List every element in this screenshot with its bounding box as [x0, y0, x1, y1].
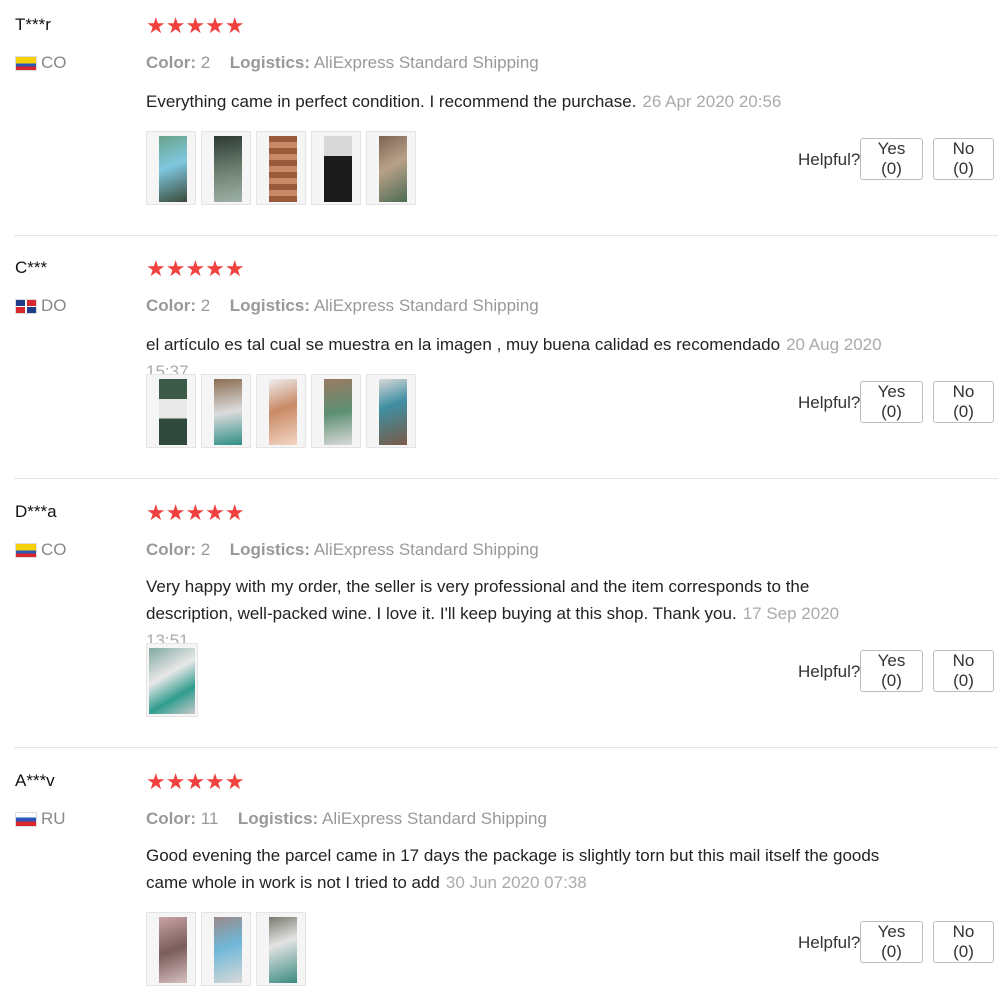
review-photo[interactable]: [201, 131, 251, 205]
review-meta: Color: 2 Logistics: AliExpress Standard …: [146, 540, 539, 560]
yes-button[interactable]: Yes (0): [860, 138, 923, 180]
logistics-value: AliExpress Standard Shipping: [313, 540, 539, 559]
logistics-value: AliExpress Standard Shipping: [313, 296, 539, 315]
flag-ru-icon: [15, 811, 37, 827]
reviewer-name: D***a: [15, 502, 57, 521]
photo-strip: [146, 374, 416, 448]
helpful-vote: Helpful? Yes (0) No (0): [780, 381, 1000, 425]
logistics-label: Logistics:: [229, 540, 311, 559]
review-date: 26 Apr 2020 20:56: [642, 92, 782, 111]
review-body: Very happy with my order, the seller is …: [146, 577, 810, 623]
logistics-label: Logistics:: [229, 53, 311, 72]
yes-button[interactable]: Yes (0): [860, 921, 923, 963]
review-photo[interactable]: [201, 912, 251, 986]
reviewer-country: CO: [15, 540, 67, 560]
review-photo[interactable]: [146, 912, 196, 986]
reviewer-country: DO: [15, 296, 67, 316]
reviewer-name: C***: [15, 258, 48, 277]
flag-co-icon: [15, 542, 37, 558]
review-photo[interactable]: [311, 374, 361, 448]
rating-stars: ★★★★★: [146, 256, 245, 281]
rating-stars: ★★★★★: [146, 500, 245, 525]
helpful-vote: Helpful? Yes (0) No (0): [780, 650, 1000, 694]
color-value: 11: [200, 809, 219, 828]
divider: [14, 478, 998, 479]
review-meta: Color: 2 Logistics: AliExpress Standard …: [146, 53, 539, 73]
helpful-vote: Helpful? Yes (0) No (0): [780, 921, 1000, 965]
review-photo[interactable]: [256, 374, 306, 448]
logistics-label: Logistics:: [237, 809, 319, 828]
photo-strip: [146, 912, 306, 986]
logistics-value: AliExpress Standard Shipping: [313, 53, 539, 72]
divider: [14, 747, 998, 748]
review-text: Everything came in perfect condition. I …: [146, 88, 906, 115]
color-label: Color:: [146, 53, 197, 72]
logistics-value: AliExpress Standard Shipping: [322, 809, 547, 828]
country-code: RU: [41, 809, 66, 828]
review-photo[interactable]: [146, 643, 198, 717]
review-meta: Color: 2 Logistics: AliExpress Standard …: [146, 296, 539, 316]
review-photo[interactable]: [366, 131, 416, 205]
color-value: 2: [200, 540, 211, 559]
helpful-label: Helpful?: [798, 933, 861, 952]
helpful-label: Helpful?: [798, 150, 861, 169]
country-code: CO: [41, 540, 67, 559]
no-button[interactable]: No (0): [933, 650, 994, 692]
review-meta: Color: 11 Logistics: AliExpress Standard…: [146, 809, 547, 829]
photo-strip: [146, 131, 416, 205]
flag-co-icon: [15, 55, 37, 71]
yes-button[interactable]: Yes (0): [860, 381, 923, 423]
color-label: Color:: [146, 809, 197, 828]
review-text: Very happy with my order, the seller is …: [146, 573, 876, 654]
country-code: CO: [41, 53, 67, 72]
no-button[interactable]: No (0): [933, 381, 994, 423]
logistics-label: Logistics:: [229, 296, 311, 315]
review-text: Good evening the parcel came in 17 days …: [146, 842, 896, 896]
rating-stars: ★★★★★: [146, 13, 245, 38]
no-button[interactable]: No (0): [933, 921, 994, 963]
color-label: Color:: [146, 296, 197, 315]
review-photo[interactable]: [256, 131, 306, 205]
country-code: DO: [41, 296, 67, 315]
review-photo[interactable]: [146, 374, 196, 448]
photo-strip: [146, 643, 198, 717]
rating-stars: ★★★★★: [146, 769, 245, 794]
reviewer-name: T***r: [15, 15, 51, 34]
review-date: 30 Jun 2020 07:38: [445, 873, 587, 892]
color-value: 2: [200, 53, 211, 72]
reviewer-country: RU: [15, 809, 66, 829]
helpful-vote: Helpful? Yes (0) No (0): [780, 138, 1000, 182]
helpful-label: Helpful?: [798, 662, 861, 681]
review-photo[interactable]: [146, 131, 196, 205]
reviewer-country: CO: [15, 53, 67, 73]
color-value: 2: [200, 296, 211, 315]
reviewer-name: A***v: [15, 771, 55, 790]
flag-do-icon: [15, 298, 37, 314]
review-body: Everything came in perfect condition. I …: [146, 92, 637, 111]
review-photo[interactable]: [366, 374, 416, 448]
review-photo[interactable]: [311, 131, 361, 205]
review-body: el artículo es tal cual se muestra en la…: [146, 335, 781, 354]
review-photo[interactable]: [256, 912, 306, 986]
no-button[interactable]: No (0): [933, 138, 994, 180]
helpful-label: Helpful?: [798, 393, 861, 412]
yes-button[interactable]: Yes (0): [860, 650, 923, 692]
review-photo[interactable]: [201, 374, 251, 448]
color-label: Color:: [146, 540, 197, 559]
divider: [14, 235, 998, 236]
